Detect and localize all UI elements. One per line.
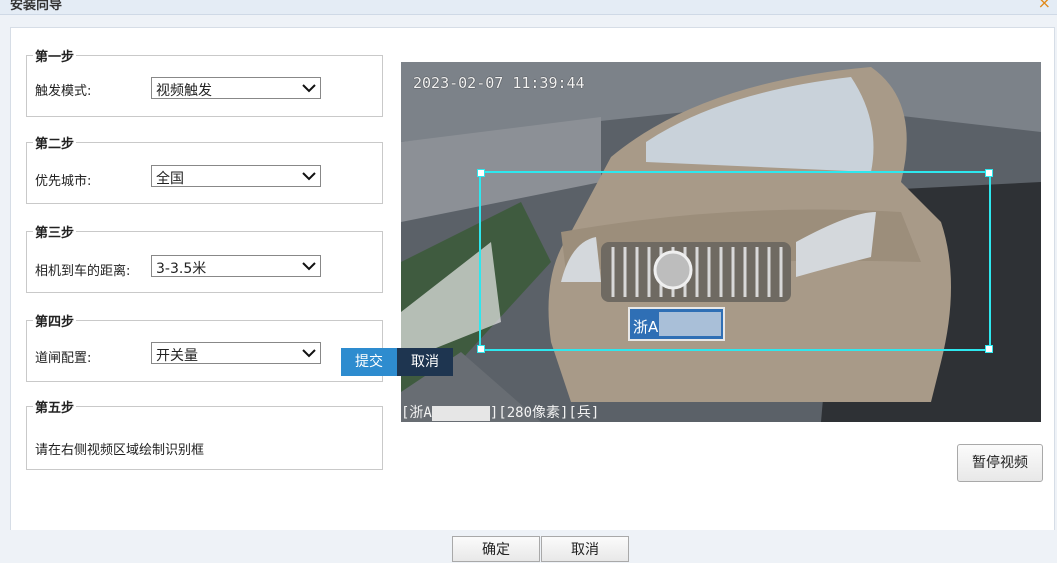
gate-config-select[interactable]: 开关量 xyxy=(151,342,321,364)
gate-config-label: 道闸配置: xyxy=(35,351,92,366)
priority-city-value: 全国 xyxy=(156,171,184,187)
chevron-down-icon xyxy=(302,172,316,181)
recognition-result: [浙A ][280像素][兵] xyxy=(401,402,599,422)
step-1-group: 第一步 触发模式: 视频触发 xyxy=(26,46,383,117)
step-1-legend: 第一步 xyxy=(33,46,77,65)
camera-distance-select[interactable]: 3-3.5米 xyxy=(151,255,321,277)
camera-distance-value: 3-3.5米 xyxy=(156,261,207,277)
step-2-legend: 第二步 xyxy=(33,133,77,152)
chevron-down-icon xyxy=(302,84,316,93)
roi-handle[interactable] xyxy=(477,169,485,177)
camera-distance-label: 相机到车的距离: xyxy=(35,264,131,279)
recognition-roi-box[interactable] xyxy=(477,169,993,353)
roi-cancel-button[interactable]: 取消 xyxy=(397,348,453,376)
title-bar: 安装向导 × xyxy=(0,0,1057,15)
gate-config-value: 开关量 xyxy=(156,348,198,364)
ok-button[interactable]: 确定 xyxy=(452,536,540,562)
video-preview[interactable]: 浙A 2023-02-07 11:39:44 [浙A][280像素][兵] xyxy=(401,62,1041,422)
step-5-group: 第五步 请在右侧视频区域绘制识别框 xyxy=(26,397,383,470)
step-3-group: 第三步 相机到车的距离: 3-3.5米 xyxy=(26,222,383,293)
chevron-down-icon xyxy=(302,262,316,271)
plate-info-left: [浙A xyxy=(401,405,432,421)
priority-city-select[interactable]: 全国 xyxy=(151,165,321,187)
roi-handle[interactable] xyxy=(477,345,485,353)
window-title: 安装向导 xyxy=(10,0,63,13)
trigger-mode-label: 触发模式: xyxy=(35,84,92,99)
step-5-legend: 第五步 xyxy=(33,397,77,416)
plate-info-right: ][280像素][兵] xyxy=(489,405,600,421)
masked-plate xyxy=(431,405,490,421)
chevron-down-icon xyxy=(302,349,316,358)
roi-submit-button[interactable]: 提交 xyxy=(341,348,397,376)
pause-video-button[interactable]: 暂停视频 xyxy=(957,444,1043,482)
draw-roi-instruction: 请在右侧视频区域绘制识别框 xyxy=(35,443,205,458)
step-4-group: 第四步 道闸配置: 开关量 xyxy=(26,311,383,382)
trigger-mode-select[interactable]: 视频触发 xyxy=(151,77,321,99)
roi-actions: 提交 取消 xyxy=(341,348,453,376)
close-icon[interactable]: × xyxy=(1038,0,1051,12)
step-4-legend: 第四步 xyxy=(33,311,77,330)
roi-handle[interactable] xyxy=(985,169,993,177)
roi-handle[interactable] xyxy=(985,345,993,353)
priority-city-label: 优先城市: xyxy=(35,174,92,189)
step-3-legend: 第三步 xyxy=(33,222,77,241)
step-2-group: 第二步 优先城市: 全国 xyxy=(26,133,383,204)
trigger-mode-value: 视频触发 xyxy=(156,83,212,99)
cancel-button[interactable]: 取消 xyxy=(541,536,629,562)
video-timestamp: 2023-02-07 11:39:44 xyxy=(413,74,585,92)
